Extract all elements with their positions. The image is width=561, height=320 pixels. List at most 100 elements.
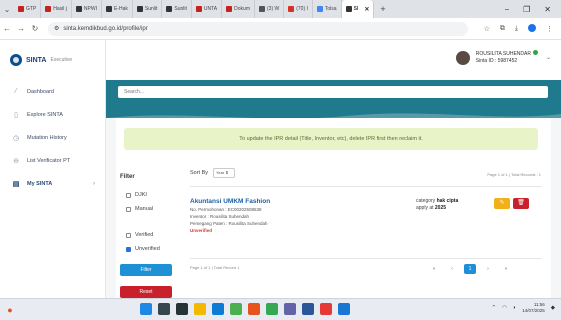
filter-checkbox[interactable]: Unverified <box>126 246 160 252</box>
sidebar-item[interactable]: ◷ Mutation History <box>0 126 105 149</box>
widgets-icon[interactable]: ● <box>0 305 20 315</box>
browser-tab[interactable]: Dokum <box>222 0 255 18</box>
reload-icon[interactable]: ↻ <box>28 24 42 33</box>
forward-icon[interactable]: → <box>14 24 28 33</box>
profile-icon[interactable] <box>528 23 536 34</box>
folder-icon[interactable] <box>194 303 206 315</box>
filter-checkbox[interactable]: DJKI <box>126 192 147 198</box>
edit-button[interactable]: ✎ <box>494 198 510 209</box>
sidebar-item-label: List Verificator PT <box>27 157 71 164</box>
chrome-icon[interactable] <box>266 303 278 315</box>
search-input[interactable] <box>118 86 548 98</box>
browser-tab[interactable]: Sunlit <box>162 0 192 18</box>
divider <box>190 258 542 259</box>
reset-button[interactable]: Reset <box>120 286 172 298</box>
sort-value: Year <box>216 170 225 175</box>
mail-icon[interactable] <box>320 303 332 315</box>
pagination-button[interactable]: » <box>500 264 512 274</box>
tab-label: GTP <box>26 6 37 12</box>
filter-checkbox-label: Verified <box>135 232 154 238</box>
minimize-icon[interactable]: − <box>504 5 509 14</box>
pagination-button[interactable]: ‹ <box>446 264 458 274</box>
page-info-bottom: Page 1 of 1 | Total Record 1 <box>190 265 240 270</box>
browser-tab[interactable]: Tolsa <box>313 0 342 18</box>
browser-tab[interactable]: (3) W <box>255 0 285 18</box>
ipr-title-link[interactable]: Akuntansi UMKM Fashion <box>190 198 270 205</box>
edge-icon[interactable] <box>212 303 224 315</box>
search-icon[interactable] <box>158 303 170 315</box>
sidebar-item[interactable]: ⁄ Dashboard <box>0 80 105 103</box>
extensions-icon[interactable]: ⧉ <box>500 25 505 33</box>
tab-label: Sunlit <box>144 6 158 12</box>
maximize-icon[interactable]: ❐ <box>523 5 530 14</box>
wifi-icon[interactable]: ◠ <box>502 305 507 311</box>
url-input[interactable]: ⚙ sinta.kemdikbud.go.id/profile/ipr <box>48 21 468 36</box>
checkbox-checked-icon[interactable] <box>126 246 131 252</box>
user-menu[interactable]: ROUSILITA SUHENDAR Sinta ID : 5987452 ⌄ <box>455 50 551 65</box>
sidebar-item[interactable]: ▤ My SINTA › <box>0 172 105 195</box>
close-window-icon[interactable]: ✕ <box>544 5 551 14</box>
tab-search-icon[interactable]: ⌄ <box>0 5 14 14</box>
browser-tab[interactable]: E-Hak <box>102 0 133 18</box>
favicon-icon <box>166 6 173 12</box>
sort-select[interactable]: Year ⬍ <box>213 168 236 178</box>
back-icon[interactable]: ← <box>0 24 14 33</box>
clock[interactable]: 11:56 14/07/2025 <box>522 302 545 314</box>
favicon-icon <box>195 6 202 12</box>
start-icon[interactable] <box>140 303 152 315</box>
favicon-icon <box>45 6 52 12</box>
brand[interactable]: SINTA Executive <box>0 40 105 80</box>
filter-checkbox[interactable]: Verified <box>126 232 153 238</box>
history-icon: ◷ <box>12 134 20 142</box>
clock-date: 14/07/2025 <box>522 308 545 313</box>
sort-label: Sort By <box>190 170 209 176</box>
site-info-icon[interactable]: ⚙ <box>54 25 59 32</box>
new-tab-button[interactable]: + <box>374 4 391 14</box>
browser-tab[interactable]: UNTA <box>192 0 223 18</box>
pagination-button[interactable]: › <box>482 264 494 274</box>
tab-label: Hasil j <box>53 6 67 12</box>
pagination-button[interactable]: « <box>428 264 440 274</box>
browser-tab[interactable]: GTP <box>14 0 42 18</box>
store-icon[interactable] <box>230 303 242 315</box>
browser-tab[interactable]: NPWI <box>72 0 102 18</box>
sidebar-item-label: Explore SINTA <box>27 111 63 118</box>
favicon-icon <box>75 6 82 12</box>
sidebar-item[interactable]: ⊖ List Verificator PT <box>0 149 105 172</box>
checkbox-icon[interactable] <box>126 232 131 238</box>
menu-dots-icon[interactable]: ⋮ <box>546 25 553 33</box>
delete-button[interactable]: 🗑 <box>513 198 529 209</box>
ipr-status-badge: Unverified <box>190 228 213 233</box>
chevron-down-icon[interactable]: ⌄ <box>546 54 551 61</box>
office-icon[interactable] <box>248 303 260 315</box>
chevron-up-icon[interactable]: ⌃ <box>491 305 496 311</box>
teams-icon[interactable] <box>284 303 296 315</box>
tab-label: SI <box>353 6 359 12</box>
notification-icon[interactable]: ◆ <box>551 305 555 311</box>
tab-label: (70) I <box>296 6 308 12</box>
edit-icon: ✎ <box>499 200 505 206</box>
sidebar: SINTA Executive ⁄ Dashboard ▯ Explore SINTA… <box>0 40 106 298</box>
close-tab-icon[interactable]: ✕ <box>364 6 369 13</box>
brand-name: SINTA <box>26 56 47 64</box>
filter-checkbox[interactable]: Manual <box>126 206 153 212</box>
pagination-button[interactable]: 1 <box>464 264 476 274</box>
app-icon[interactable] <box>338 303 350 315</box>
browser-tab[interactable]: Sunlit <box>133 0 163 18</box>
filter-button[interactable]: Filter <box>120 264 172 276</box>
speaker-icon[interactable]: ◗ <box>513 305 516 311</box>
category-value: hak cipta <box>436 198 459 204</box>
checkbox-icon[interactable] <box>126 206 131 212</box>
bookmark-star-icon[interactable]: ☆ <box>484 25 490 33</box>
browser-tab[interactable]: Hasil j <box>41 0 72 18</box>
brand-sub: Executive <box>50 57 73 63</box>
checkbox-icon[interactable] <box>126 192 131 198</box>
word-icon[interactable] <box>302 303 314 315</box>
online-status-icon <box>532 50 538 55</box>
task-view-icon[interactable] <box>176 303 188 315</box>
browser-tab[interactable]: (70) I <box>284 0 313 18</box>
download-icon[interactable]: ⤓ <box>515 25 518 33</box>
browser-tab[interactable]: SI ✕ <box>341 0 375 18</box>
sidebar-item[interactable]: ▯ Explore SINTA <box>0 103 105 126</box>
favicon-icon <box>316 6 323 12</box>
